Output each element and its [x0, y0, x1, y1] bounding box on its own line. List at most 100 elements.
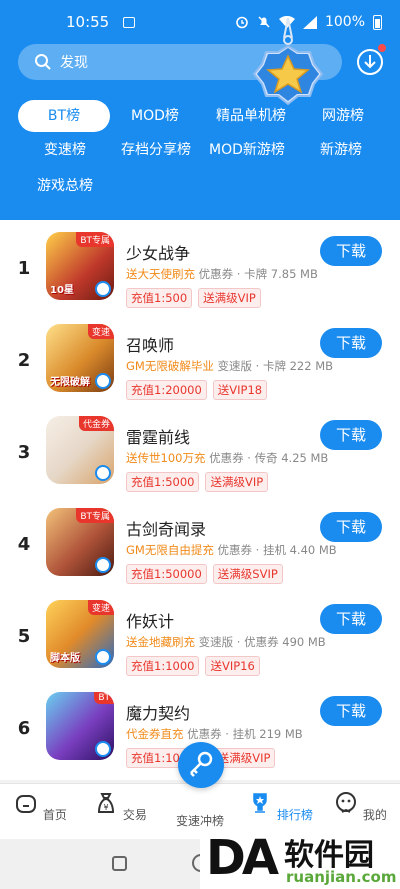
download-button[interactable]: 下载: [320, 420, 382, 450]
search-icon: [35, 54, 51, 70]
rank-number: 4: [17, 534, 31, 555]
download-button[interactable]: 下载: [320, 696, 382, 726]
icon-tag: 变速: [87, 600, 114, 615]
recents-icon[interactable]: [112, 856, 127, 871]
game-subtitle: 送传世100万充 优惠券 · 传奇 4.25 MB: [126, 450, 328, 466]
icon-tag: BT专属: [76, 232, 114, 247]
rank-number: 2: [17, 350, 31, 371]
game-subtitle: GM无限自由提充 优惠券 · 挂机 4.40 MB: [126, 542, 337, 558]
game-meta: 优惠券 · 卡牌 7.85 MB: [195, 267, 318, 281]
svg-text:¥: ¥: [104, 803, 109, 812]
boost-badge-icon: [95, 281, 111, 297]
tab-save-share[interactable]: 存档分享榜: [118, 134, 194, 166]
list-item[interactable]: 2 变速 无限破解 召唤师 GM无限破解毕业 变速版 · 卡牌 222 MB 充…: [0, 318, 400, 410]
promo-text: 送大天使刷充: [126, 267, 195, 281]
nav-home[interactable]: 首页: [0, 790, 80, 823]
trophy-icon: [253, 793, 267, 813]
game-subtitle: 送大天使刷充 优惠券 · 卡牌 7.85 MB: [126, 266, 318, 282]
game-title: 魔力契约: [126, 704, 191, 723]
list-item[interactable]: 3 代金券 雷霆前线 送传世100万充 优惠券 · 传奇 4.25 MB 充值1…: [0, 410, 400, 502]
promo-text: 代金券直充: [126, 727, 184, 741]
tab-mod[interactable]: MOD榜: [126, 100, 184, 132]
alarm-icon: [236, 16, 248, 29]
icon-tag: 变速: [87, 324, 114, 339]
icon-label: 无限破解: [50, 377, 90, 388]
key-icon: [190, 751, 213, 777]
download-button[interactable]: 下载: [320, 236, 382, 266]
nav-label: 首页: [42, 808, 67, 822]
perk-chips: 充值1:50000 送满级SVIP: [126, 564, 283, 584]
search-placeholder: 发现: [60, 55, 88, 71]
boost-badge-icon: [95, 557, 111, 573]
tab-premium-single[interactable]: 精品单机榜: [208, 100, 294, 132]
tab-bt[interactable]: BT榜: [18, 100, 110, 132]
game-meta: 优惠券 · 挂机 219 MB: [183, 727, 303, 741]
perk-chips: 充值1:20000 送VIP18: [126, 380, 268, 400]
icon-tag: BT: [94, 692, 114, 704]
speed-boost-button[interactable]: [178, 742, 224, 788]
game-title: 召唤师: [126, 336, 175, 355]
perk-chip: 充值1:20000: [126, 380, 207, 400]
list-item[interactable]: 5 变速 脚本版 作妖计 送金地藏刷充 变速版 · 优惠券 490 MB 充值1…: [0, 594, 400, 686]
boost-badge-icon: [95, 373, 111, 389]
download-button[interactable]: 下载: [320, 604, 382, 634]
game-meta: 优惠券 · 挂机 4.40 MB: [213, 543, 337, 557]
perk-chips: 充值1:1000 送VIP16: [126, 656, 260, 676]
perk-chips: 充值1:5000 送满级VIP: [126, 472, 269, 492]
gallery-icon: [123, 16, 136, 28]
game-icon: BT: [46, 692, 114, 760]
game-icon: 变速 无限破解: [46, 324, 114, 392]
rank-number: 3: [17, 442, 31, 463]
game-subtitle: 送金地藏刷充 变速版 · 优惠券 490 MB: [126, 634, 326, 650]
download-button[interactable]: 下载: [320, 512, 382, 542]
tab-new[interactable]: 新游榜: [312, 134, 370, 166]
promo-text: 送传世100万充: [126, 451, 206, 465]
home-icon: [16, 795, 37, 813]
rank-number: 1: [17, 258, 31, 279]
game-subtitle: GM无限破解毕业 变速版 · 卡牌 222 MB: [126, 358, 333, 374]
icon-label: 10星: [50, 285, 74, 296]
game-icon: BT专属 10星: [46, 232, 114, 300]
money-bag-icon: ¥: [98, 793, 115, 813]
perk-chip: 充值1:5000: [126, 472, 200, 492]
watermark-url: ruanjian.com: [286, 868, 397, 886]
game-list: 1 BT专属 10星 少女战争 送大天使刷充 优惠券 · 卡牌 7.85 MB …: [0, 220, 400, 780]
tab-mod-new[interactable]: MOD新游榜: [208, 134, 286, 166]
nav-label: 变速冲榜: [175, 814, 224, 828]
nav-trade[interactable]: ¥ 交易: [80, 790, 160, 823]
nav-leaderboard[interactable]: 排行榜: [240, 790, 320, 823]
icon-tag: BT专属: [76, 508, 114, 523]
nav-me[interactable]: 我的: [320, 790, 400, 823]
battery-icon: [373, 14, 382, 30]
promo-text: 送金地藏刷充: [126, 635, 195, 649]
profile-icon: [336, 792, 357, 813]
game-meta: 变速版 · 卡牌 222 MB: [213, 359, 334, 373]
status-time: 10:55: [66, 13, 110, 31]
rank-number: 6: [17, 718, 31, 739]
perk-chip: 充值1:1000: [126, 656, 200, 676]
notification-dot: [378, 44, 386, 52]
download-button[interactable]: 下载: [320, 328, 382, 358]
promo-text: GM无限自由提充: [126, 543, 214, 557]
perk-chips: 充值1:500 送满级VIP: [126, 288, 261, 308]
game-title: 雷霆前线: [126, 428, 191, 447]
boost-badge-icon: [95, 465, 111, 481]
game-title: 少女战争: [126, 244, 191, 263]
promo-text: GM无限破解毕业: [126, 359, 214, 373]
watermark-logo: DA: [206, 830, 279, 886]
boost-badge-icon: [95, 741, 111, 757]
icon-tag: 代金券: [78, 416, 114, 431]
list-item[interactable]: 1 BT专属 10星 少女战争 送大天使刷充 优惠券 · 卡牌 7.85 MB …: [0, 226, 400, 318]
status-bar: 10:55 100%: [0, 0, 400, 44]
list-item[interactable]: 4 BT专属 古剑奇闻录 GM无限自由提充 优惠券 · 挂机 4.40 MB 充…: [0, 502, 400, 594]
boost-badge-icon: [95, 649, 111, 665]
tab-speed[interactable]: 变速榜: [36, 134, 94, 166]
game-icon: BT专属: [46, 508, 114, 576]
nav-label: 我的: [362, 808, 387, 822]
nav-speed-rank[interactable]: 变速冲榜: [160, 812, 240, 829]
tab-online[interactable]: 网游榜: [312, 100, 374, 132]
tab-all[interactable]: 游戏总榜: [34, 170, 96, 202]
game-meta: 变速版 · 优惠券 490 MB: [195, 635, 326, 649]
game-meta: 优惠券 · 传奇 4.25 MB: [205, 451, 329, 465]
nav-label: 排行榜: [276, 808, 313, 822]
